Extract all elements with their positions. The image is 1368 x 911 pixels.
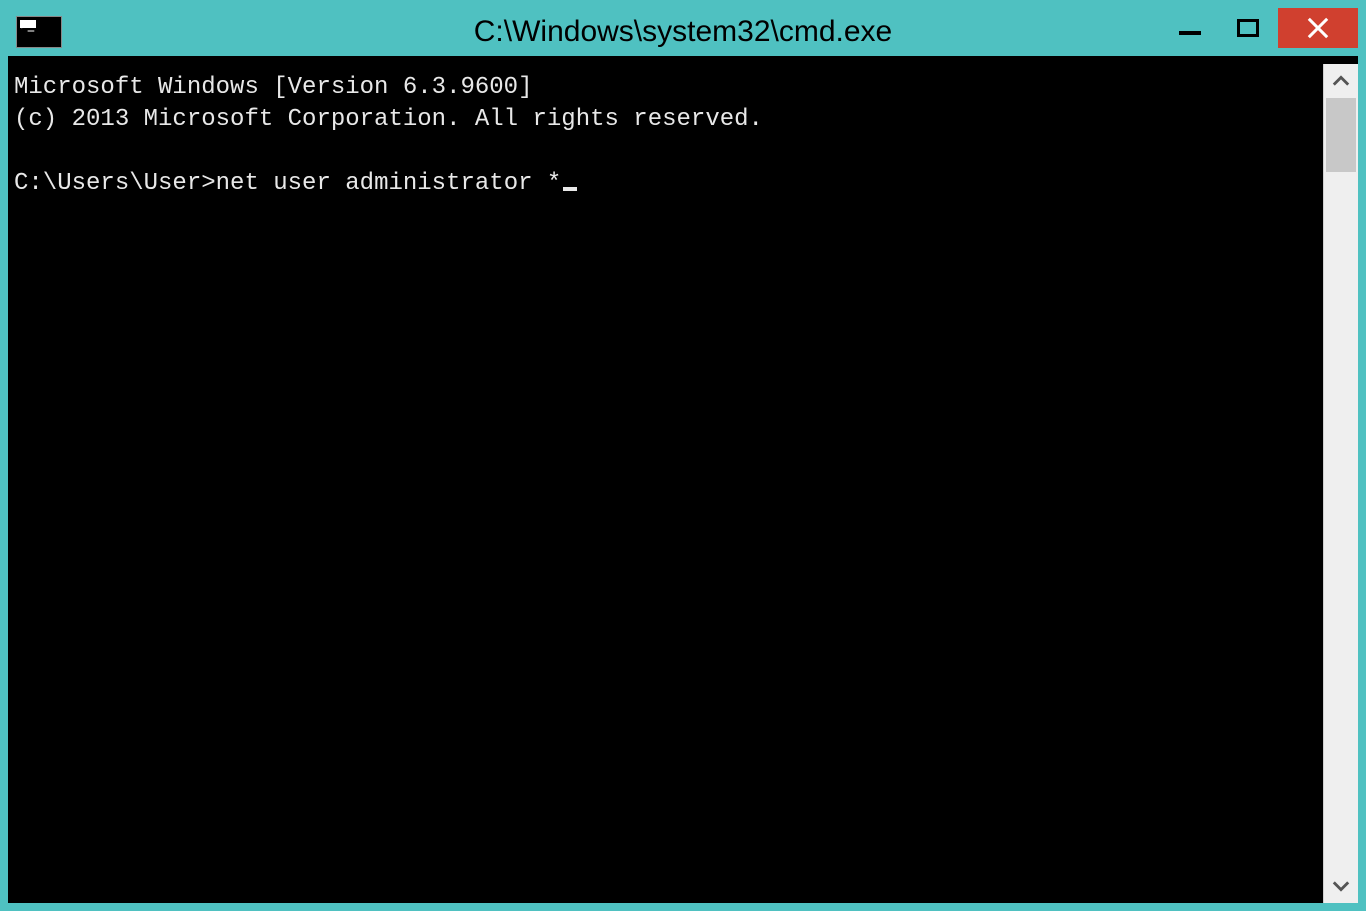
- version-line: Microsoft Windows [Version 6.3.9600]: [14, 74, 532, 101]
- close-icon: [1307, 17, 1329, 39]
- terminal-output[interactable]: Microsoft Windows [Version 6.3.9600] (c)…: [8, 64, 1323, 903]
- chevron-down-icon: [1332, 877, 1350, 895]
- window-title: C:\Windows\system32\cmd.exe: [8, 15, 1358, 49]
- maximize-icon: [1237, 19, 1259, 37]
- scrollbar-thumb[interactable]: [1326, 98, 1356, 172]
- cmd-window: C:\Windows\system32\cmd.exe Microsoft Wi…: [0, 0, 1366, 911]
- client-area: Microsoft Windows [Version 6.3.9600] (c)…: [8, 64, 1358, 903]
- minimize-icon: [1179, 31, 1201, 35]
- chevron-up-icon: [1332, 72, 1350, 90]
- scroll-down-button[interactable]: [1324, 869, 1358, 903]
- close-button[interactable]: [1278, 8, 1358, 48]
- prompt-text: C:\Users\User>: [14, 170, 216, 197]
- cursor: [563, 187, 577, 191]
- scroll-up-button[interactable]: [1324, 64, 1358, 98]
- vertical-scrollbar[interactable]: [1323, 64, 1358, 903]
- copyright-line: (c) 2013 Microsoft Corporation. All righ…: [14, 106, 763, 133]
- minimize-button[interactable]: [1162, 8, 1218, 48]
- command-text: net user administrator *: [216, 170, 562, 197]
- scrollbar-track[interactable]: [1324, 98, 1358, 869]
- maximize-button[interactable]: [1218, 8, 1278, 48]
- app-icon[interactable]: [16, 16, 62, 48]
- window-controls: [1162, 8, 1358, 48]
- titlebar[interactable]: C:\Windows\system32\cmd.exe: [8, 8, 1358, 56]
